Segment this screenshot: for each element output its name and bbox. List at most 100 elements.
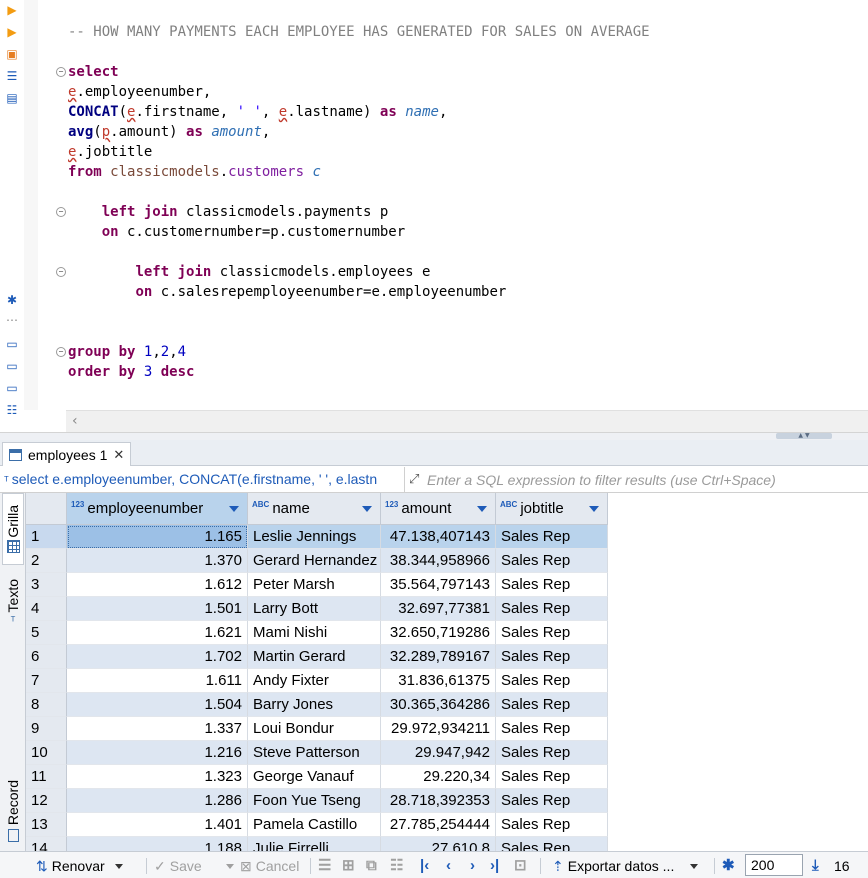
cell-amount[interactable]: 29.947,942	[381, 741, 496, 765]
splitter-handle[interactable]: ▲ ▼	[776, 433, 832, 439]
export-file-icon[interactable]: ▭	[4, 336, 20, 352]
code-line[interactable]: group by 1,2,4	[68, 342, 186, 362]
editor-horizontal-scrollbar[interactable]: ‹	[66, 410, 868, 432]
settings-gear-icon[interactable]: ✱	[4, 292, 20, 308]
cell-amount[interactable]: 47.138,407143	[381, 525, 496, 549]
fold-toggle-icon[interactable]: −	[56, 267, 66, 277]
code-line[interactable]: order by 3 desc	[68, 362, 194, 382]
column-filter-icon[interactable]	[589, 506, 599, 512]
export-data-button[interactable]: ⇡ Exportar datos ...	[552, 856, 699, 876]
cell-employeenumber[interactable]: 1.370	[67, 549, 248, 573]
previous-page-icon[interactable]: ‹	[446, 856, 451, 876]
column-filter-icon[interactable]	[362, 506, 372, 512]
cell-jobtitle[interactable]: Sales Rep	[496, 621, 608, 645]
cell-employeenumber[interactable]: 1.612	[67, 573, 248, 597]
cell-name[interactable]: Andy Fixter	[248, 669, 381, 693]
cell-jobtitle[interactable]: Sales Rep	[496, 741, 608, 765]
row-number[interactable]: 12	[26, 789, 67, 813]
grid-corner[interactable]	[26, 493, 67, 525]
tab-text[interactable]: Texto ᵀ	[2, 573, 24, 633]
execute-statement-icon[interactable]: ▶	[4, 2, 20, 18]
fold-toggle-icon[interactable]: −	[56, 347, 66, 357]
row-number[interactable]: 7	[26, 669, 67, 693]
last-page-icon[interactable]: ›|	[490, 856, 499, 876]
table-row[interactable]: 13 1.401 Pamela Castillo 27.785,254444 Sales…	[26, 813, 608, 837]
row-number[interactable]: 5	[26, 621, 67, 645]
explain-plan-icon[interactable]: ☰	[4, 68, 20, 84]
next-page-icon[interactable]: ›	[470, 856, 475, 876]
column-filter-icon[interactable]	[229, 506, 239, 512]
cell-jobtitle[interactable]: Sales Rep	[496, 573, 608, 597]
cell-name[interactable]: Mami Nishi	[248, 621, 381, 645]
fold-toggle-icon[interactable]: −	[56, 207, 66, 217]
chevron-down-icon[interactable]	[690, 863, 699, 869]
code-line[interactable]: CONCAT(e.firstname, ' ', e.lastname) as …	[68, 102, 447, 122]
execute-script-icon[interactable]: ▣	[4, 46, 20, 62]
cell-name[interactable]: Leslie Jennings	[248, 525, 381, 549]
more-dots-icon[interactable]: ⋯	[4, 312, 20, 328]
cell-amount[interactable]: 38.344,958966	[381, 549, 496, 573]
expand-icon[interactable]: ⤢	[409, 471, 419, 487]
cell-amount[interactable]: 29.220,34	[381, 765, 496, 789]
row-number[interactable]: 8	[26, 693, 67, 717]
add-row-icon[interactable]: ⊞	[342, 856, 355, 876]
column-header-employeenumber[interactable]: 123 employeenumber	[67, 493, 248, 525]
code-line[interactable]: select	[68, 62, 119, 82]
filter-input[interactable]	[427, 470, 867, 490]
row-number[interactable]: 9	[26, 717, 67, 741]
cell-employeenumber[interactable]: 1.286	[67, 789, 248, 813]
code-line[interactable]: from classicmodels.customers c	[68, 162, 321, 182]
cell-name[interactable]: Peter Marsh	[248, 573, 381, 597]
cell-jobtitle[interactable]: Sales Rep	[496, 837, 608, 851]
code-line[interactable]: e.employeenumber,	[68, 82, 211, 102]
cell-name[interactable]: Foon Yue Tseng	[248, 789, 381, 813]
code-line[interactable]: avg(p.amount) as amount,	[68, 122, 270, 142]
cell-employeenumber[interactable]: 1.504	[67, 693, 248, 717]
cell-amount[interactable]: 35.564,797143	[381, 573, 496, 597]
cell-amount[interactable]: 30.365,364286	[381, 693, 496, 717]
cell-amount[interactable]: 27.610,8	[381, 837, 496, 851]
row-number[interactable]: 2	[26, 549, 67, 573]
table-row[interactable]: 5 1.621 Mami Nishi 32.650,719286 Sales Rep	[26, 621, 608, 645]
cell-jobtitle[interactable]: Sales Rep	[496, 645, 608, 669]
cell-employeenumber[interactable]: 1.611	[67, 669, 248, 693]
row-number[interactable]: 11	[26, 765, 67, 789]
copy-row-icon[interactable]: ⧉	[366, 856, 377, 876]
cell-name[interactable]: George Vanauf	[248, 765, 381, 789]
cell-name[interactable]: Loui Bondur	[248, 717, 381, 741]
cell-jobtitle[interactable]: Sales Rep	[496, 789, 608, 813]
cell-jobtitle[interactable]: Sales Rep	[496, 813, 608, 837]
code-line[interactable]: left join classicmodels.employees e	[68, 262, 430, 282]
sql-editor[interactable]: ▶ ▶ ▣ ☰ ▤ ✱ ⋯ ▭ ▭ ▭ ☷ -- HOW MANY PAYMEN…	[0, 0, 868, 432]
cell-jobtitle[interactable]: Sales Rep	[496, 693, 608, 717]
cell-name[interactable]: Larry Bott	[248, 597, 381, 621]
cell-name[interactable]: Barry Jones	[248, 693, 381, 717]
cell-jobtitle[interactable]: Sales Rep	[496, 765, 608, 789]
refresh-button[interactable]: ⇅ Renovar	[36, 856, 123, 876]
chevron-down-icon[interactable]	[225, 863, 234, 869]
cell-amount[interactable]: 31.836,61375	[381, 669, 496, 693]
cell-amount[interactable]: 27.785,254444	[381, 813, 496, 837]
row-number[interactable]: 13	[26, 813, 67, 837]
cell-jobtitle[interactable]: Sales Rep	[496, 549, 608, 573]
column-header-name[interactable]: ABC name	[248, 493, 381, 525]
cell-name[interactable]: Julie Firrelli	[248, 837, 381, 851]
row-number[interactable]: 10	[26, 741, 67, 765]
code-line[interactable]: on c.salesrepemployeenumber=e.employeenu…	[68, 282, 506, 302]
cell-employeenumber[interactable]: 1.702	[67, 645, 248, 669]
chevron-down-icon[interactable]	[114, 863, 123, 869]
cell-name[interactable]: Steve Patterson	[248, 741, 381, 765]
column-header-amount[interactable]: 123 amount	[381, 493, 496, 525]
code-line[interactable]: left join classicmodels.payments p	[68, 202, 389, 222]
table-row[interactable]: 14 1.188 Julie Firrelli 27.610,8 Sales Rep	[26, 837, 608, 851]
terminal-icon[interactable]: ▤	[4, 90, 20, 106]
settings-gear-icon[interactable]: ✱	[722, 856, 735, 876]
tab-grid[interactable]: Grilla	[2, 493, 24, 565]
table-row[interactable]: 4 1.501 Larry Bott 32.697,77381 Sales Rep	[26, 597, 608, 621]
cell-employeenumber[interactable]: 1.188	[67, 837, 248, 851]
cell-amount[interactable]: 32.697,77381	[381, 597, 496, 621]
table-row[interactable]: 11 1.323 George Vanauf 29.220,34 Sales Rep	[26, 765, 608, 789]
table-row[interactable]: 6 1.702 Martin Gerard 32.289,789167 Sales Re…	[26, 645, 608, 669]
scroll-left-icon[interactable]: ‹	[72, 413, 78, 429]
cell-name[interactable]: Martin Gerard	[248, 645, 381, 669]
